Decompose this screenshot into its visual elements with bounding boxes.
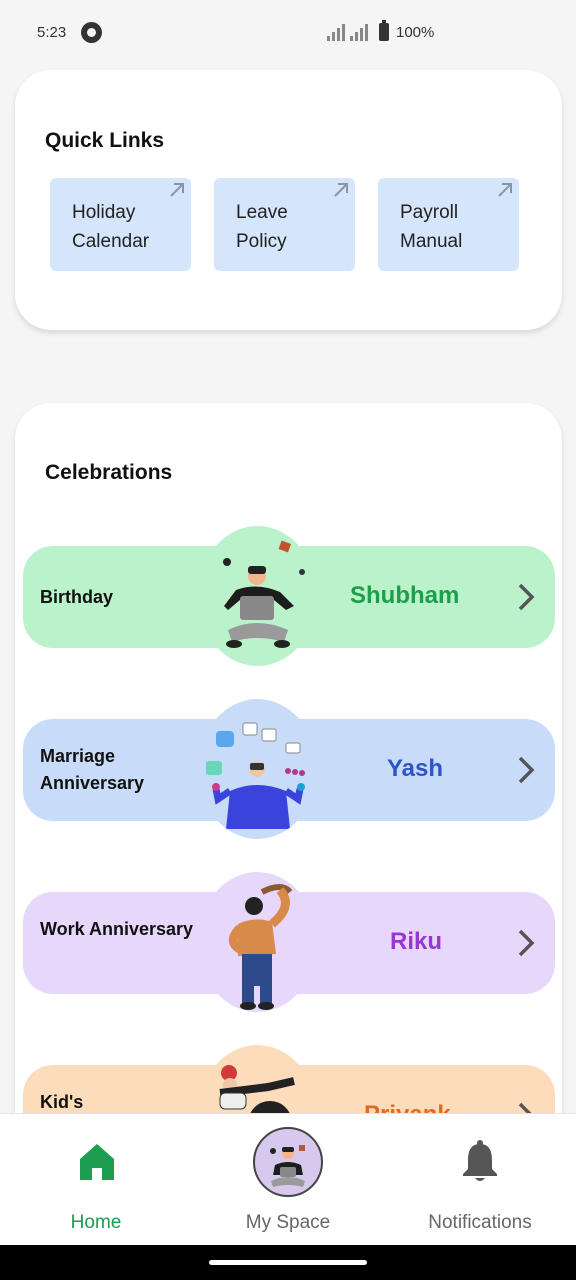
quick-link-label: Holiday Calendar <box>72 202 150 252</box>
system-navigation-bar <box>0 1245 576 1280</box>
work-anniversary-illustration <box>198 872 317 1012</box>
quick-link-holiday-calendar[interactable]: Holiday Calendar <box>50 178 191 271</box>
bottom-navigation: Home My Space Notifications <box>0 1113 576 1245</box>
chevron-right-icon <box>518 929 535 957</box>
battery-level: 100% <box>396 24 435 41</box>
nav-label: My Space <box>245 1212 331 1233</box>
nav-label: Home <box>70 1212 122 1233</box>
arrow-up-right-icon <box>170 183 184 197</box>
celebration-person-name: Riku <box>390 928 443 955</box>
quick-links-card: Quick Links Holiday Calendar Leave Polic… <box>15 70 562 330</box>
quick-links-title: Quick Links <box>45 129 165 152</box>
nav-label: Notifications <box>428 1212 532 1233</box>
birthday-illustration <box>198 526 317 666</box>
signal-icon <box>350 24 368 41</box>
celebration-person-name: Yash <box>387 755 444 782</box>
chevron-right-icon <box>518 756 535 784</box>
celebrations-card: Celebrations Birthday Shubham Marriage A… <box>15 403 562 1163</box>
avatar[interactable] <box>253 1127 323 1197</box>
celebration-label: Birthday <box>40 587 114 607</box>
bell-icon <box>463 1140 497 1181</box>
home-icon <box>80 1144 114 1180</box>
nav-home[interactable]: Home <box>0 1114 192 1246</box>
celebration-label: Work Anniversary <box>40 919 194 939</box>
arrow-up-right-icon <box>334 183 348 197</box>
celebration-label: Marriage Anniversary <box>40 746 145 793</box>
quick-link-leave-policy[interactable]: Leave Policy <box>214 178 355 271</box>
quick-link-label: Payroll Manual <box>400 202 463 252</box>
arrow-up-right-icon <box>498 183 512 197</box>
signal-icon <box>327 24 345 41</box>
status-bar: 5:23 100% <box>0 0 576 64</box>
marriage-anniversary-illustration <box>198 699 317 839</box>
battery-icon <box>379 20 389 41</box>
whatsapp-icon <box>81 22 102 43</box>
status-time: 5:23 <box>37 24 67 41</box>
quick-link-label: Leave Policy <box>236 202 288 252</box>
chevron-right-icon <box>518 583 535 611</box>
home-gesture-handle[interactable] <box>209 1260 367 1265</box>
quick-link-payroll-manual[interactable]: Payroll Manual <box>378 178 519 271</box>
celebration-label: Kid's <box>40 1092 84 1112</box>
celebration-person-name: Shubham <box>350 582 460 609</box>
celebrations-title: Celebrations <box>45 461 173 484</box>
